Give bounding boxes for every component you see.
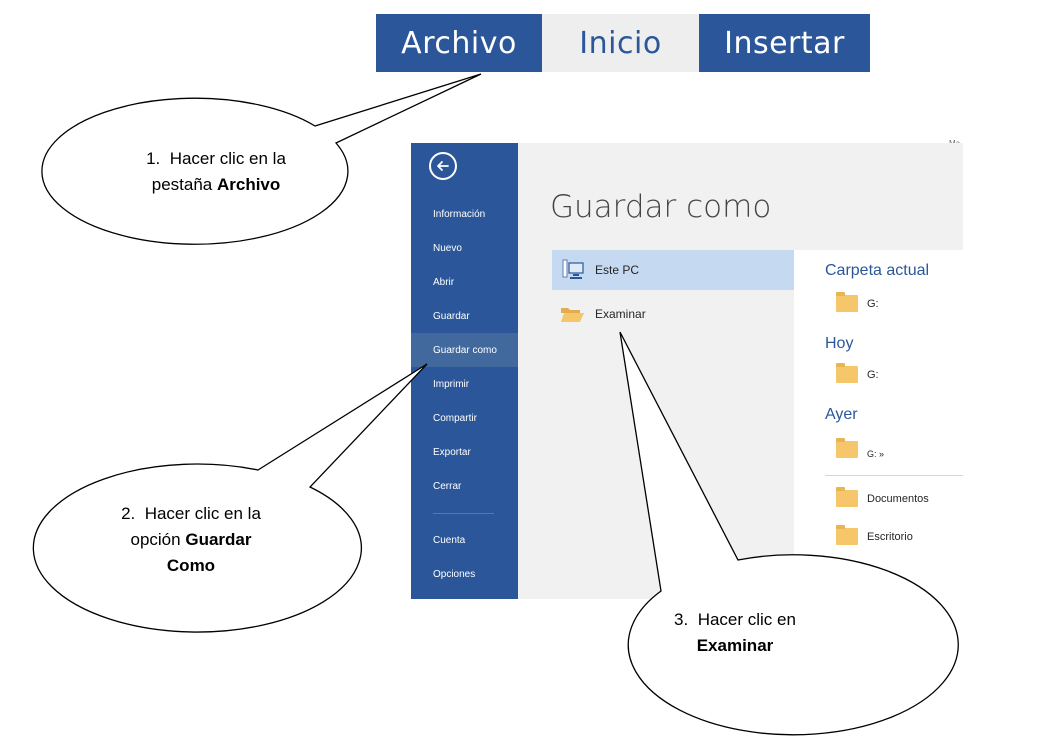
callout-1-text2: pestaña [151, 175, 213, 194]
callout-2-text: Hacer clic en la [144, 504, 261, 523]
callout-3-text: Hacer clic en [697, 610, 796, 629]
callout-2-line-2: opción Guardar [46, 527, 336, 553]
callout-3-number: 3. [674, 610, 689, 629]
callout-3-line-1: 3. Hacer clic en [590, 607, 880, 633]
callout-3-bold: Examinar [696, 636, 774, 655]
callout-3: 3. Hacer clic en Examinar [590, 607, 880, 659]
callout-1-number: 1. [146, 149, 161, 168]
callout-2-line-1: 2. Hacer clic en la [46, 501, 336, 527]
callout-1-line-1: 1. Hacer clic en la [81, 146, 351, 172]
callout-1: 1. Hacer clic en la pestaña Archivo [81, 146, 351, 198]
callout-shapes [32, 73, 959, 736]
callout-2-line-3: Como [46, 553, 336, 579]
callout-1-text: Hacer clic en la [169, 149, 286, 168]
callout-bubble-3 [619, 331, 959, 736]
callout-2-bold2: Como [166, 556, 216, 575]
callout-3-line-2: Examinar [590, 633, 880, 659]
callout-2-text2: opción [130, 530, 181, 549]
callout-bubble-2 [32, 363, 428, 633]
callout-2: 2. Hacer clic en la opción Guardar Como [46, 501, 336, 579]
callout-1-line-2: pestaña Archivo [81, 172, 351, 198]
callout-2-bold: Guardar [185, 530, 252, 549]
callout-1-bold: Archivo [216, 175, 281, 194]
callout-2-number: 2. [121, 504, 136, 523]
